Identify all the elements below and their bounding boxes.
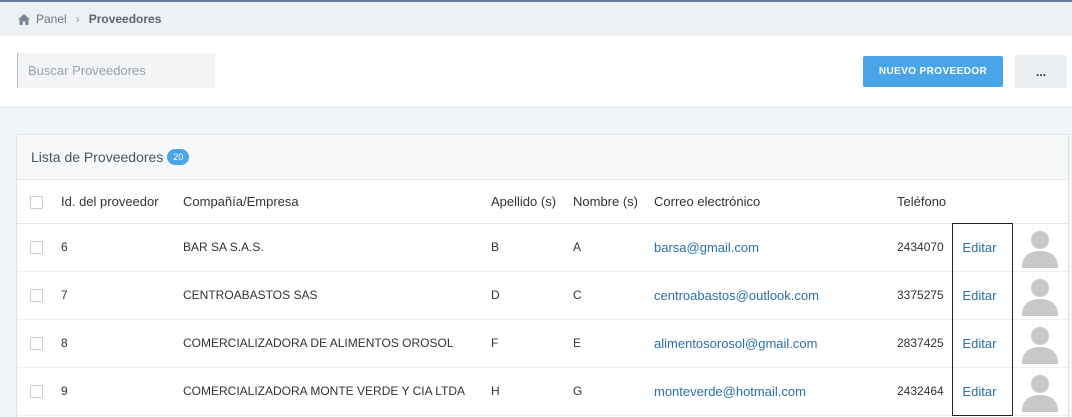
cell-company: COMERCIALIZADORA DE ALIMENTOS OROSOL [183,336,454,350]
edit-link[interactable]: Editar [963,384,997,399]
cell-lastname: H [491,384,500,398]
edit-link[interactable]: Editar [963,240,997,255]
suppliers-panel: Lista de Proveedores 20 Id. del proveedo… [16,134,1070,417]
cell-company: COMERCIALIZADORA MONTE VERDE Y CIA LTDA [183,384,466,398]
cell-firstname: C [573,288,582,302]
breadcrumb-home-link[interactable]: Panel [36,12,67,26]
cell-company: CENTROABASTOS SAS [183,288,318,302]
table-row[interactable]: 8 COMERCIALIZADORA DE ALIMENTOS OROSOL F… [17,319,1070,367]
breadcrumb: Panel › Proveedores [0,2,1072,36]
column-header-firstname[interactable]: Nombre (s) [573,180,654,223]
email-link[interactable]: alimentosorosol@gmail.com [654,336,817,351]
cell-phone: 2432464 [897,384,944,398]
suppliers-table: Id. del proveedor Compañía/Empresa Apell… [17,180,1070,416]
chevron-right-icon: › [75,12,80,26]
cell-company: BAR SA S.A.S. [183,240,264,254]
cell-lastname: D [491,288,500,302]
email-link[interactable]: monteverde@hotmail.com [654,384,806,399]
row-checkbox[interactable] [30,241,43,255]
row-checkbox[interactable] [30,337,43,351]
cell-id: 8 [61,336,68,350]
home-icon[interactable] [18,13,30,25]
table-row[interactable]: 6 BAR SA S.A.S. B A barsa@gmail.com 2434… [17,222,1070,271]
edit-link[interactable]: Editar [963,288,997,303]
cell-phone: 2434070 [897,240,944,254]
row-checkbox[interactable] [30,289,43,303]
column-header-phone[interactable]: Teléfono [897,180,952,223]
cell-lastname: F [491,336,499,350]
new-supplier-button[interactable]: NUEVO PROVEEDOR [863,56,1003,87]
column-header-id[interactable]: Id. del proveedor [61,180,183,223]
search-input[interactable] [17,53,215,88]
email-link[interactable]: centroabastos@outlook.com [654,288,819,303]
table-row[interactable]: 7 CENTROABASTOS SAS D C centroabastos@ou… [17,271,1070,319]
row-checkbox[interactable] [30,385,43,399]
avatar-icon [1018,274,1061,316]
email-link[interactable]: barsa@gmail.com [654,240,759,255]
breadcrumb-current: Proveedores [88,12,162,26]
cell-phone: 3375275 [897,288,944,302]
edit-link[interactable]: Editar [963,336,997,351]
avatar-icon [1018,322,1061,364]
select-all-checkbox[interactable] [30,195,43,209]
column-header-company[interactable]: Compañía/Empresa [183,180,491,223]
cell-phone: 2837425 [897,336,944,350]
cell-firstname: E [573,336,582,350]
panel-header: Lista de Proveedores 20 [17,135,1068,180]
cell-id: 7 [61,288,68,302]
cell-id: 9 [61,384,68,398]
table-header-row: Id. del proveedor Compañía/Empresa Apell… [17,180,1070,223]
count-badge: 20 [167,149,190,165]
column-header-email[interactable]: Correo electrónico [654,180,897,223]
more-options-button[interactable]: ... [1015,55,1067,88]
table-row[interactable]: 9 COMERCIALIZADORA MONTE VERDE Y CIA LTD… [17,367,1070,416]
cell-id: 6 [61,240,68,254]
cell-firstname: G [573,384,583,398]
cell-firstname: A [573,240,582,254]
avatar-icon [1018,226,1061,268]
cell-lastname: B [491,240,500,254]
avatar-icon [1018,370,1061,412]
panel-title: Lista de Proveedores [31,149,164,165]
toolbar: NUEVO PROVEEDOR ... [0,36,1072,108]
column-header-lastname[interactable]: Apellido (s) [491,180,573,223]
